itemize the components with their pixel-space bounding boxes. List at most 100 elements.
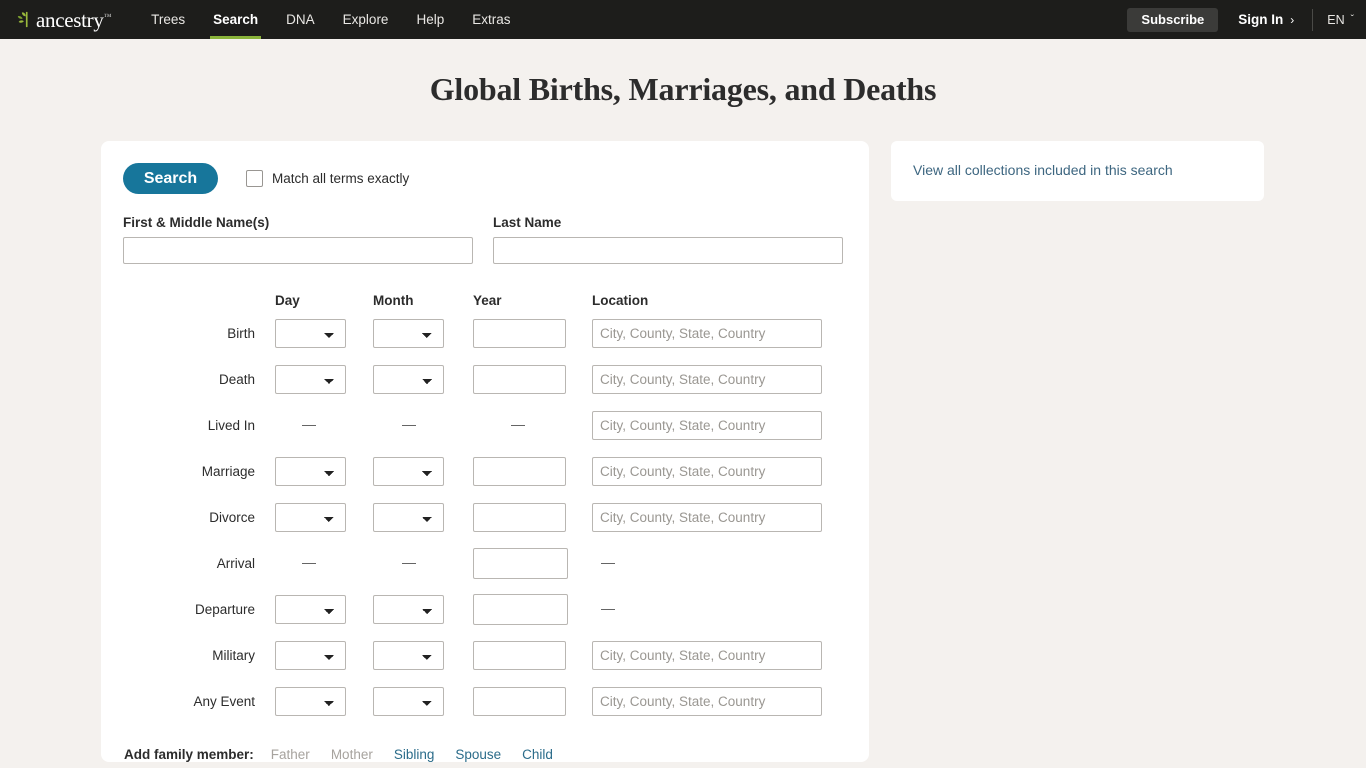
- event-row-any-event: Any Event: [123, 678, 843, 724]
- language-selector[interactable]: EN ˇ: [1327, 13, 1354, 27]
- event-row-birth: Birth: [123, 310, 843, 356]
- collections-side-card: View all collections included in this se…: [891, 141, 1264, 201]
- arrival-month-unavailable: —: [402, 554, 416, 570]
- leaf-icon: [14, 9, 35, 30]
- chevron-down-icon: ˇ: [1350, 14, 1354, 25]
- family-link-child[interactable]: Child: [522, 747, 553, 762]
- nav-right-cluster: Subscribe Sign In › EN ˇ: [1127, 0, 1366, 39]
- death-location-input[interactable]: [592, 364, 822, 394]
- search-form-card: Search Match all terms exactly First & M…: [101, 141, 869, 762]
- last-name-input[interactable]: [493, 237, 843, 264]
- marriage-location-input[interactable]: [592, 456, 822, 486]
- birth-location-input[interactable]: [592, 318, 822, 348]
- name-fields-row: First & Middle Name(s) Last Name: [123, 215, 843, 264]
- brand-wordmark: ancestry™: [36, 8, 112, 32]
- event-row-divorce: Divorce: [123, 494, 843, 540]
- birth-year-input[interactable]: [473, 318, 566, 348]
- marriage-month-select[interactable]: [373, 456, 444, 486]
- ancestry-logo[interactable]: ancestry™: [14, 0, 111, 39]
- column-header-month: Month: [373, 293, 414, 308]
- divorce-month-select[interactable]: [373, 502, 444, 532]
- death-year-input[interactable]: [473, 364, 566, 394]
- event-label-divorce: Divorce: [209, 509, 255, 525]
- marriage-year-input[interactable]: [473, 456, 566, 486]
- family-link-sibling[interactable]: Sibling: [394, 747, 435, 762]
- military-day-select[interactable]: [275, 640, 346, 670]
- family-link-spouse[interactable]: Spouse: [455, 747, 501, 762]
- departure-location-unavailable: —: [601, 600, 615, 616]
- match-all-terms-checkbox[interactable]: [246, 170, 263, 187]
- event-grid-header: Day Month Year Location: [123, 286, 843, 310]
- chevron-right-icon: ›: [1290, 12, 1295, 27]
- add-family-member-row: Add family member: Father Mother Sibling…: [123, 747, 843, 762]
- event-label-marriage: Marriage: [201, 463, 255, 479]
- departure-month-select[interactable]: [373, 594, 444, 624]
- birth-month-select[interactable]: [373, 318, 444, 348]
- first-name-group: First & Middle Name(s): [123, 215, 473, 264]
- lived-in-year-unavailable: —: [511, 416, 525, 432]
- lived-in-day-unavailable: —: [302, 416, 316, 432]
- divorce-year-input[interactable]: [473, 502, 566, 532]
- language-label: EN: [1327, 12, 1345, 27]
- first-name-label: First & Middle Name(s): [123, 215, 270, 230]
- nav-item-extras[interactable]: Extras: [458, 0, 524, 39]
- sign-in-button[interactable]: Sign In ›: [1238, 12, 1294, 27]
- main-nav-links: Trees Search DNA Explore Help Extras: [137, 0, 524, 39]
- departure-year-input[interactable]: [473, 593, 568, 625]
- any-event-location-input[interactable]: [592, 686, 822, 716]
- event-label-lived-in: Lived In: [207, 417, 255, 433]
- divorce-day-select[interactable]: [275, 502, 346, 532]
- event-row-lived-in: Lived In — — —: [123, 402, 843, 448]
- any-event-month-select[interactable]: [373, 686, 444, 716]
- column-header-day: Day: [275, 293, 300, 308]
- first-name-input[interactable]: [123, 237, 473, 264]
- lived-in-location-input[interactable]: [592, 410, 822, 440]
- nav-item-explore[interactable]: Explore: [329, 0, 403, 39]
- sign-in-label: Sign In: [1238, 12, 1284, 27]
- add-family-member-label: Add family member:: [124, 747, 254, 762]
- nav-item-trees[interactable]: Trees: [137, 0, 199, 39]
- view-all-collections-link[interactable]: View all collections included in this se…: [913, 162, 1173, 178]
- event-row-death: Death: [123, 356, 843, 402]
- event-label-military: Military: [212, 647, 255, 663]
- event-row-departure: Departure —: [123, 586, 843, 632]
- military-month-select[interactable]: [373, 640, 444, 670]
- column-header-location: Location: [592, 293, 649, 308]
- family-link-father: Father: [270, 747, 310, 762]
- nav-item-search[interactable]: Search: [199, 0, 272, 39]
- arrival-year-input[interactable]: [473, 547, 568, 579]
- departure-day-select[interactable]: [275, 594, 346, 624]
- subscribe-button[interactable]: Subscribe: [1127, 7, 1219, 32]
- last-name-group: Last Name: [493, 215, 843, 264]
- event-label-death: Death: [218, 371, 255, 387]
- marriage-day-select[interactable]: [275, 456, 346, 486]
- event-grid: Day Month Year Location Birth Death: [123, 286, 843, 724]
- column-header-year: Year: [473, 293, 502, 308]
- nav-item-dna[interactable]: DNA: [272, 0, 329, 39]
- search-button[interactable]: Search: [123, 163, 218, 194]
- event-row-marriage: Marriage: [123, 448, 843, 494]
- match-all-terms-exactly-option[interactable]: Match all terms exactly: [246, 170, 409, 187]
- death-day-select[interactable]: [275, 364, 346, 394]
- event-label-birth: Birth: [227, 325, 255, 341]
- family-link-mother: Mother: [330, 747, 373, 762]
- event-row-military: Military: [123, 632, 843, 678]
- page-title: Global Births, Marriages, and Deaths: [429, 71, 937, 107]
- page-content: Search Match all terms exactly First & M…: [0, 108, 1366, 762]
- search-action-row: Search Match all terms exactly: [123, 163, 843, 194]
- top-navigation-bar: ancestry™ Trees Search DNA Explore Help …: [0, 0, 1366, 39]
- arrival-location-unavailable: —: [601, 554, 615, 570]
- birth-day-select[interactable]: [275, 318, 346, 348]
- military-location-input[interactable]: [592, 640, 822, 670]
- event-label-departure: Departure: [194, 601, 255, 617]
- military-year-input[interactable]: [473, 640, 566, 670]
- divorce-location-input[interactable]: [592, 502, 822, 532]
- nav-divider: [1312, 8, 1314, 31]
- nav-item-help[interactable]: Help: [402, 0, 458, 39]
- trademark-mark: ™: [103, 12, 112, 21]
- any-event-day-select[interactable]: [275, 686, 346, 716]
- event-label-any-event: Any Event: [193, 693, 255, 709]
- death-month-select[interactable]: [373, 364, 444, 394]
- any-event-year-input[interactable]: [473, 686, 566, 716]
- event-row-arrival: Arrival — — —: [123, 540, 843, 586]
